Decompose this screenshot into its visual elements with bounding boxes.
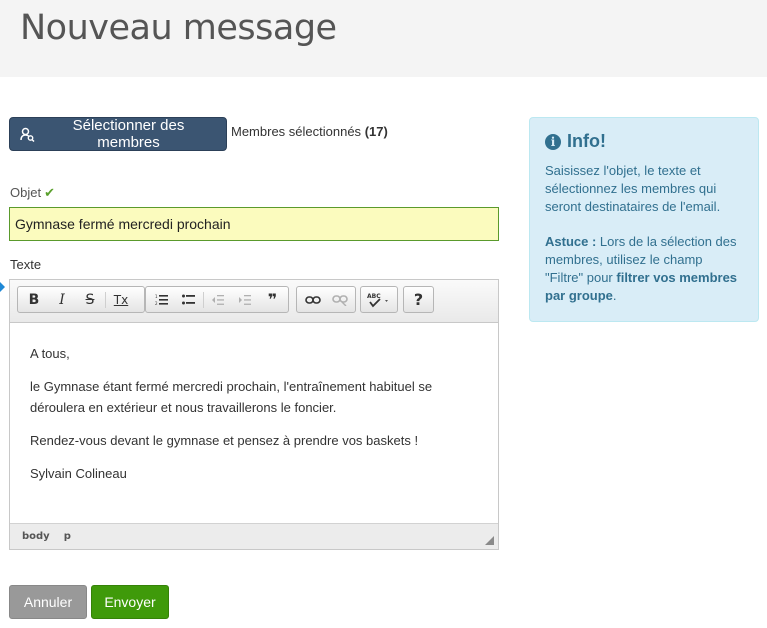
info-tip: Astuce : Lors de la sélection des membre… bbox=[545, 233, 743, 305]
content-paragraph: le Gymnase étant fermé mercredi prochain… bbox=[30, 379, 433, 415]
info-panel: i Info! Saisissez l'objet, le texte et s… bbox=[529, 117, 759, 322]
indent-button[interactable] bbox=[232, 287, 259, 312]
select-members-label: Sélectionner des membres bbox=[72, 117, 185, 151]
toolbar-group-lists: 1 2 ❞ bbox=[145, 286, 289, 313]
info-circle-icon: i bbox=[545, 133, 561, 150]
svg-text:1: 1 bbox=[155, 294, 158, 299]
info-title: Info! bbox=[567, 131, 606, 151]
outdent-icon bbox=[212, 294, 225, 305]
members-selected-label: Membres sélectionnés bbox=[231, 124, 362, 139]
page-title: Nouveau message bbox=[20, 8, 337, 48]
toolbar-group-format: B I S Tx bbox=[17, 286, 145, 313]
spellcheck-button[interactable]: ABC bbox=[363, 287, 395, 312]
element-path-body[interactable]: body bbox=[22, 531, 50, 542]
numbered-list-icon: 1 2 bbox=[155, 294, 168, 306]
element-path-p[interactable]: p bbox=[64, 531, 71, 542]
cancel-button[interactable]: Annuler bbox=[9, 585, 87, 619]
toolbar-separator bbox=[105, 291, 106, 308]
text-label: Texte bbox=[10, 257, 42, 272]
strikethrough-button[interactable]: S bbox=[76, 287, 104, 312]
content-paragraph: Rendez-vous devant le gymnase et pensez … bbox=[30, 433, 419, 448]
page-header: Nouveau message bbox=[0, 0, 767, 77]
numbered-list-button[interactable]: 1 2 bbox=[148, 287, 175, 312]
members-selected-count: (17) bbox=[364, 124, 388, 139]
bullet-list-button[interactable] bbox=[175, 287, 202, 312]
unlink-button[interactable] bbox=[326, 287, 353, 312]
toolbar-group-spellcheck: ABC bbox=[360, 286, 398, 313]
help-button[interactable]: ? bbox=[406, 287, 431, 312]
bullet-list-icon bbox=[181, 294, 195, 304]
toolbar-group-links bbox=[296, 286, 356, 313]
select-members-button[interactable]: Sélectionner des membres bbox=[9, 117, 227, 151]
info-heading: i Info! bbox=[545, 131, 743, 152]
subject-label: Objet bbox=[10, 185, 42, 200]
spellcheck-icon: ABC bbox=[367, 293, 388, 307]
user-search-icon bbox=[20, 127, 35, 142]
remove-format-button[interactable]: Tx bbox=[107, 287, 135, 312]
rich-text-editor: B I S Tx 1 2 ❞ ABC ? A tous, le Gymnase … bbox=[9, 279, 499, 550]
content-paragraph: A tous, bbox=[30, 346, 70, 361]
send-button[interactable]: Envoyer bbox=[91, 585, 169, 619]
toolbar-group-help: ? bbox=[403, 286, 434, 313]
subject-label-wrap: Objet ✔ bbox=[10, 185, 55, 201]
check-icon: ✔ bbox=[44, 185, 55, 200]
info-tip-label: Astuce : bbox=[545, 234, 597, 249]
info-tip-end: . bbox=[612, 288, 617, 303]
focus-indicator-icon bbox=[0, 282, 5, 292]
blockquote-button[interactable]: ❞ bbox=[259, 287, 286, 312]
editor-toolbar: B I S Tx 1 2 ❞ ABC ? bbox=[10, 280, 498, 323]
editor-statusbar: body p bbox=[10, 523, 498, 549]
italic-button[interactable]: I bbox=[48, 287, 76, 312]
svg-text:2: 2 bbox=[155, 301, 158, 306]
subject-input[interactable] bbox=[9, 207, 499, 241]
editor-content[interactable]: A tous, le Gymnase étant fermé mercredi … bbox=[10, 323, 498, 523]
info-text: Saisissez l'objet, le texte et sélection… bbox=[545, 163, 721, 214]
unlink-icon bbox=[331, 294, 348, 306]
resize-handle-icon[interactable] bbox=[485, 536, 494, 545]
link-button[interactable] bbox=[299, 287, 326, 312]
content-paragraph: Sylvain Colineau bbox=[30, 466, 127, 481]
toolbar-separator bbox=[203, 291, 204, 308]
outdent-button[interactable] bbox=[205, 287, 232, 312]
bold-button[interactable]: B bbox=[20, 287, 48, 312]
indent-icon bbox=[239, 294, 252, 305]
members-selected: Membres sélectionnés (17) bbox=[231, 124, 388, 139]
link-icon bbox=[304, 295, 321, 304]
